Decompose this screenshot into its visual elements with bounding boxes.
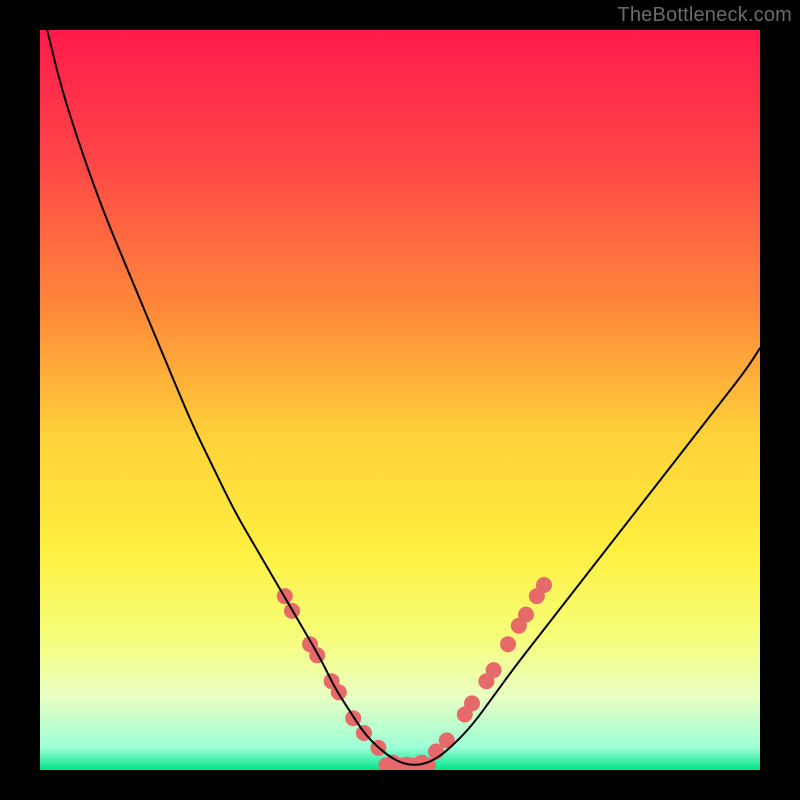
highlight-dot bbox=[309, 647, 325, 663]
highlight-dot bbox=[536, 577, 552, 593]
gradient-background bbox=[40, 30, 760, 770]
bottleneck-chart bbox=[40, 30, 760, 770]
highlight-dot bbox=[385, 755, 401, 770]
highlight-dot bbox=[500, 636, 516, 652]
watermark-text: TheBottleneck.com bbox=[617, 4, 792, 27]
highlight-dot bbox=[464, 695, 480, 711]
highlight-dot bbox=[518, 607, 534, 623]
chart-frame: TheBottleneck.com bbox=[0, 0, 800, 800]
plot-area bbox=[40, 30, 760, 770]
highlight-dot bbox=[486, 662, 502, 678]
